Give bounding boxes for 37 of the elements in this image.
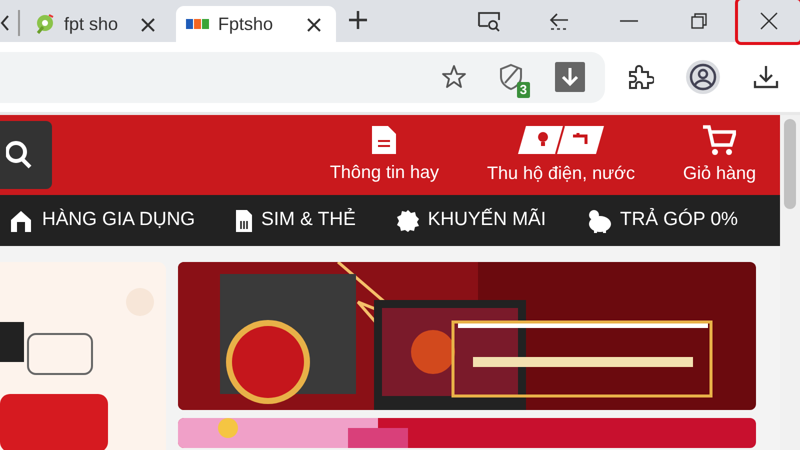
count-badge: 3	[516, 82, 530, 98]
nav-link[interactable]: SIM & THẺ	[235, 206, 356, 235]
download-icon[interactable]	[752, 63, 780, 91]
address-bar[interactable]: 3	[0, 52, 605, 102]
tab-title: Fptsho	[218, 12, 274, 36]
back-arrow-icon[interactable]	[548, 11, 570, 31]
plus-icon[interactable]	[348, 10, 368, 30]
star-icon[interactable]	[441, 64, 467, 90]
cart-icon	[702, 124, 736, 156]
restore-icon[interactable]	[691, 13, 707, 29]
leaf-icon	[34, 13, 56, 35]
puzzle-icon[interactable]	[626, 63, 654, 91]
close-icon[interactable]	[140, 17, 156, 34]
search-icon	[6, 140, 34, 170]
download-icon[interactable]	[555, 62, 585, 92]
sim-card-icon	[235, 208, 254, 233]
document-icon	[371, 124, 398, 155]
browser-tab[interactable]: Fptsho	[176, 6, 336, 42]
browser-tab[interactable]: fpt sho	[24, 6, 170, 42]
nav-link[interactable]: TRẢ GÓP 0%	[586, 206, 738, 235]
bulb-faucet-icon	[518, 124, 604, 156]
tab-title: fpt sho	[64, 12, 120, 36]
header-link[interactable]: Thông tin hay	[330, 124, 439, 186]
minimize-icon[interactable]	[620, 19, 638, 23]
profile-icon[interactable]	[686, 60, 720, 94]
nav-link[interactable]: HÀNG GIA DỤNG	[8, 206, 196, 235]
nav-link[interactable]: KHUYẾN MÃI	[396, 206, 546, 235]
chevron-left-icon[interactable]	[0, 13, 10, 33]
header-link[interactable]: Giỏ hàng	[682, 124, 756, 187]
badge-icon	[396, 208, 420, 233]
close-icon[interactable]	[306, 17, 322, 34]
piggy-bank-icon	[586, 208, 612, 233]
close-icon[interactable]	[760, 12, 778, 30]
screen-search-icon[interactable]	[476, 10, 502, 32]
search-button[interactable]	[0, 121, 52, 190]
logo-icon	[186, 17, 210, 31]
header-link[interactable]: Thu hộ điện, nước	[487, 124, 635, 187]
